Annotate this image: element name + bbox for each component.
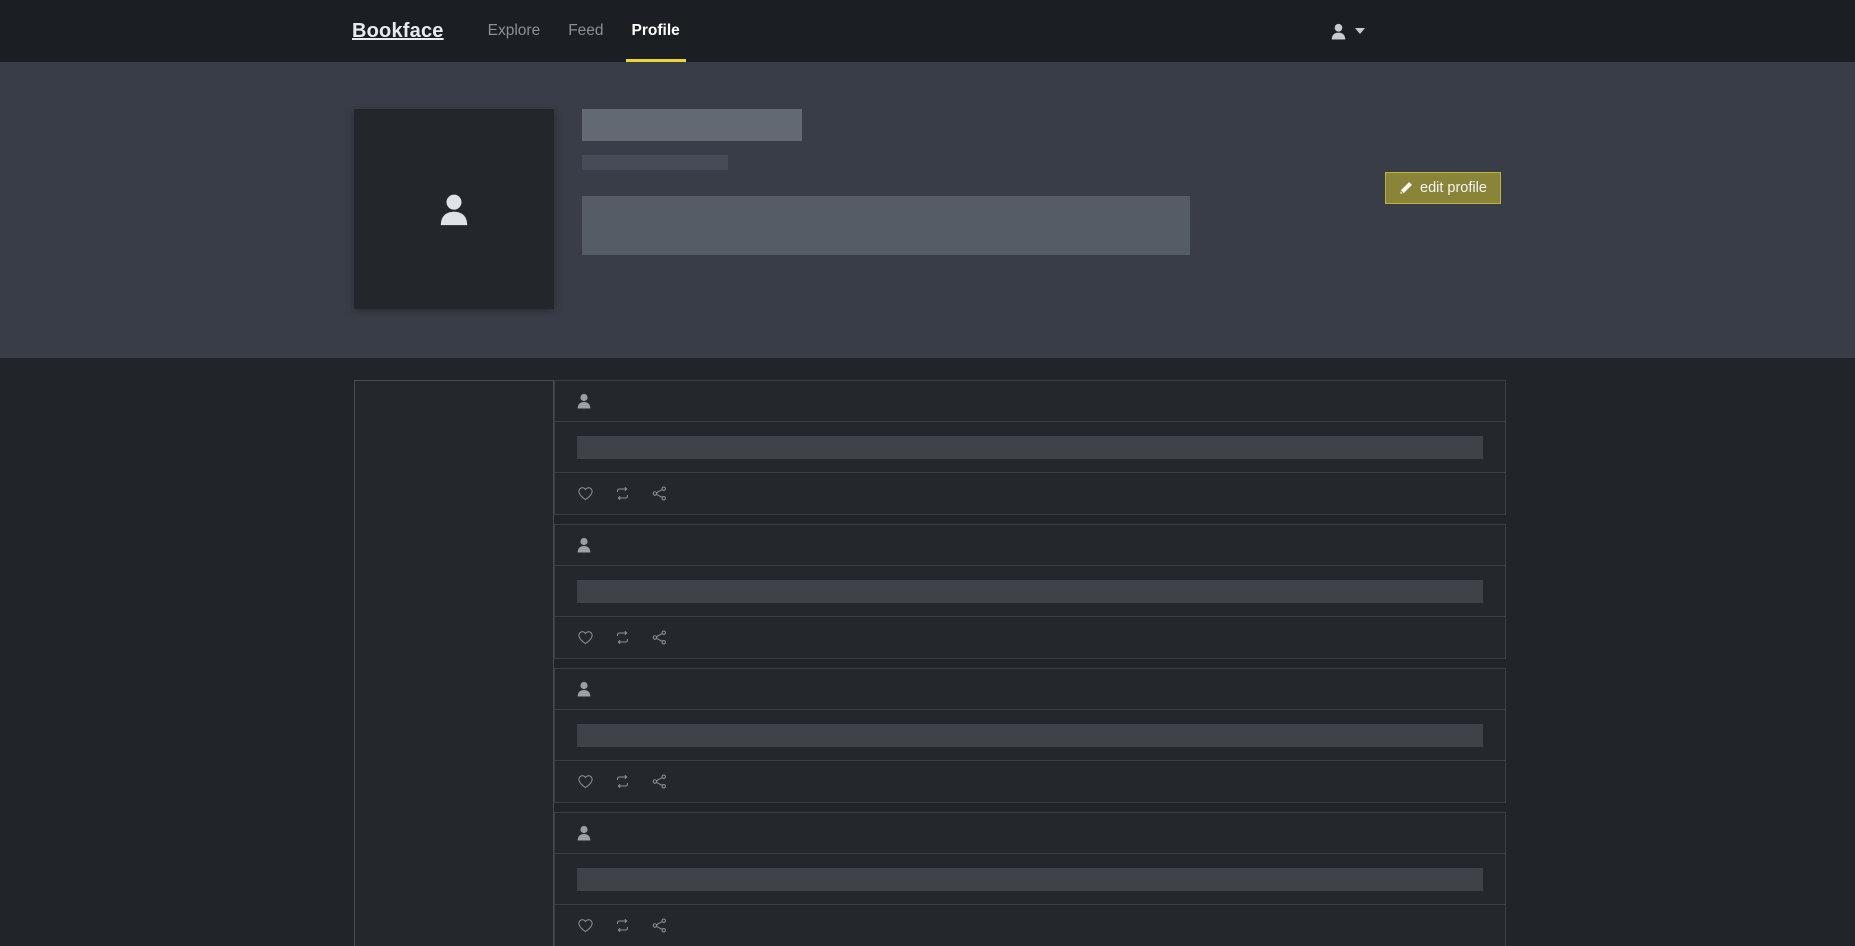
post-card[interactable] bbox=[554, 524, 1506, 659]
profile-subtitle-skeleton bbox=[582, 155, 728, 170]
post-action-row bbox=[555, 473, 1505, 514]
like-icon[interactable] bbox=[577, 485, 594, 502]
post-action-row bbox=[555, 905, 1505, 946]
brand-logo-bookface[interactable]: Bookface bbox=[352, 0, 474, 62]
post-content-skeleton bbox=[577, 435, 1483, 459]
like-icon[interactable] bbox=[577, 629, 594, 646]
profile-header-section: edit profile bbox=[0, 62, 1855, 358]
repost-icon[interactable] bbox=[614, 917, 631, 934]
post-card[interactable] bbox=[554, 380, 1506, 515]
nav-link-explore[interactable]: Explore bbox=[474, 0, 555, 62]
post-content-row bbox=[555, 710, 1505, 761]
nav-link-profile[interactable]: Profile bbox=[618, 0, 694, 62]
post-action-row bbox=[555, 761, 1505, 802]
main-content-area bbox=[0, 358, 1855, 946]
person-icon bbox=[577, 537, 591, 553]
profile-name-skeleton bbox=[582, 109, 802, 141]
profile-bio-skeleton bbox=[582, 196, 1190, 255]
post-author-row bbox=[555, 381, 1505, 422]
person-icon bbox=[577, 681, 591, 697]
post-content-row bbox=[555, 422, 1505, 473]
person-icon bbox=[1331, 23, 1346, 39]
pencil-icon bbox=[1400, 181, 1413, 194]
post-action-row bbox=[555, 617, 1505, 658]
person-icon bbox=[577, 393, 591, 409]
share-icon[interactable] bbox=[651, 629, 668, 646]
repost-icon[interactable] bbox=[614, 485, 631, 502]
post-content-skeleton bbox=[577, 579, 1483, 603]
person-icon bbox=[577, 825, 591, 841]
post-content-skeleton bbox=[577, 867, 1483, 891]
like-icon[interactable] bbox=[577, 773, 594, 790]
repost-icon[interactable] bbox=[614, 773, 631, 790]
post-author-row bbox=[555, 669, 1505, 710]
like-icon[interactable] bbox=[577, 917, 594, 934]
post-content-skeleton bbox=[577, 723, 1483, 747]
nav-link-feed[interactable]: Feed bbox=[554, 0, 617, 62]
edit-profile-label: edit profile bbox=[1420, 180, 1487, 196]
navbar-links-group: Bookface Explore Feed Profile bbox=[352, 0, 694, 62]
chevron-down-icon bbox=[1355, 28, 1365, 34]
post-card[interactable] bbox=[554, 668, 1506, 803]
share-icon[interactable] bbox=[651, 485, 668, 502]
profile-info-group bbox=[582, 109, 1190, 255]
post-card[interactable] bbox=[554, 812, 1506, 946]
top-navigation-bar: Bookface Explore Feed Profile bbox=[0, 0, 1855, 62]
post-content-row bbox=[555, 854, 1505, 905]
person-icon bbox=[440, 194, 468, 225]
edit-profile-button[interactable]: edit profile bbox=[1385, 172, 1501, 204]
post-author-row bbox=[555, 525, 1505, 566]
user-menu-button[interactable] bbox=[1331, 0, 1365, 62]
profile-avatar[interactable] bbox=[354, 109, 554, 309]
profile-sidebar-panel bbox=[354, 380, 554, 946]
post-content-row bbox=[555, 566, 1505, 617]
repost-icon[interactable] bbox=[614, 629, 631, 646]
post-feed-column bbox=[554, 380, 1506, 946]
page-root: Bookface Explore Feed Profile edit profi… bbox=[0, 0, 1855, 946]
post-author-row bbox=[555, 813, 1505, 854]
share-icon[interactable] bbox=[651, 773, 668, 790]
share-icon[interactable] bbox=[651, 917, 668, 934]
